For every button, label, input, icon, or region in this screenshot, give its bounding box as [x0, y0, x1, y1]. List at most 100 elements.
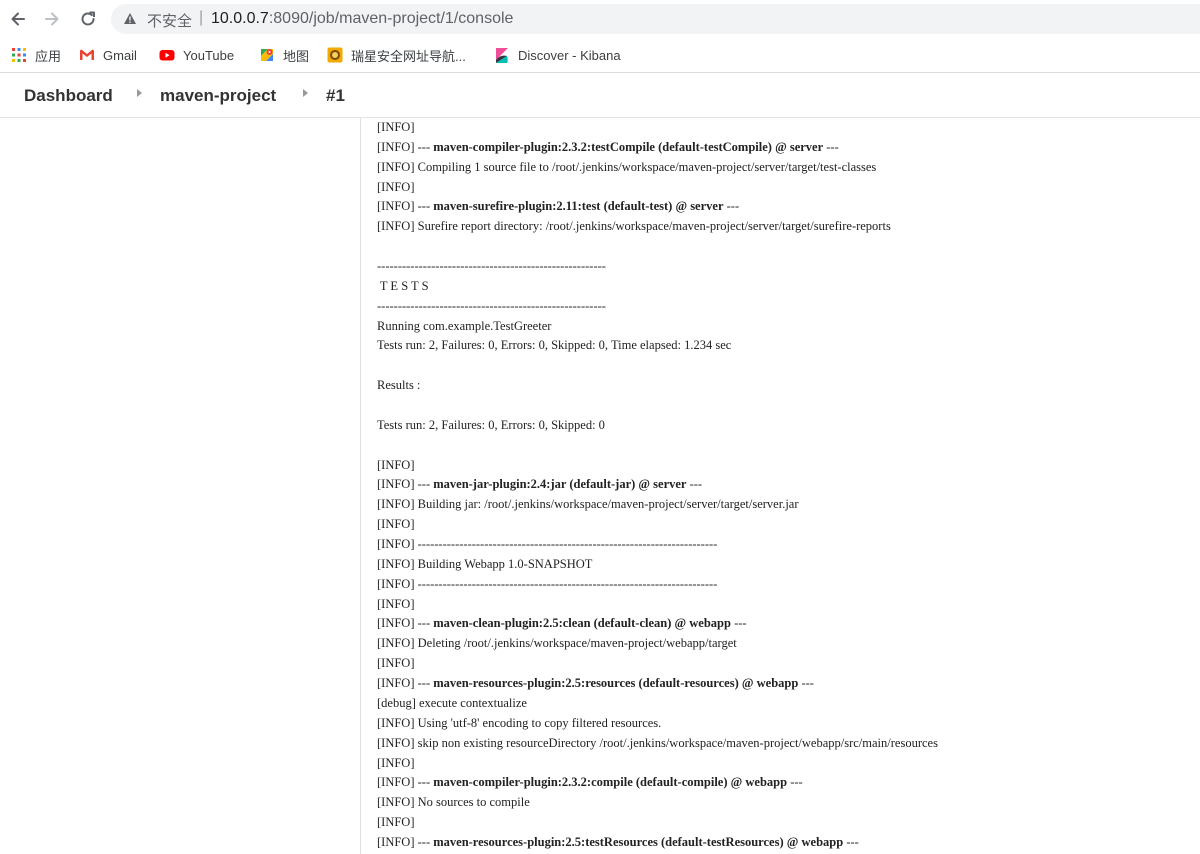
console-line: [INFO] [377, 515, 1187, 535]
console-line-text: Running com.example.TestGreeter [377, 318, 552, 333]
console-line-text: [INFO] No sources to compile [377, 795, 530, 810]
console-line: [INFO] Surefire report directory: /root/… [377, 217, 1187, 237]
forward-button[interactable] [40, 7, 64, 31]
console-line: [INFO] Using 'utf-8' encoding to copy fi… [377, 714, 1187, 734]
console-plugin-goal: maven-compiler-plugin:2.3.2:testCompile … [433, 139, 824, 154]
console-line-text: [INFO] --- [377, 139, 434, 154]
console-line: [INFO] Building jar: /root/.jenkins/work… [377, 495, 1187, 515]
console-line-text: [INFO] ---------------------------------… [377, 576, 718, 591]
console-line-text: Tests run: 2, Failures: 0, Errors: 0, Sk… [377, 338, 732, 353]
console-line: [INFO] [377, 456, 1187, 476]
apps-grid-icon [11, 47, 27, 63]
console-line: [INFO] [377, 118, 1187, 138]
console-line: [INFO] --- maven-resources-plugin:2.5:re… [377, 674, 1187, 694]
console-line-text: [debug] execute contextualize [377, 695, 527, 710]
console-output: [INFO] [INFO] --- maven-compiler-plugin:2… [377, 118, 1187, 854]
omnibox-separator: | [199, 9, 204, 26]
breadcrumb-job[interactable]: maven-project [160, 86, 276, 106]
console-line-text: T E S T S [377, 278, 429, 293]
console-line-text: [INFO] [377, 755, 415, 770]
console-line: [INFO] Compiling 1 source file to /root/… [377, 158, 1187, 178]
bookmark-youtube[interactable]: YouTube [159, 46, 234, 64]
console-line: Tests run: 2, Failures: 0, Errors: 0, Sk… [377, 336, 1187, 356]
console-line-text: [INFO] --- [377, 199, 434, 214]
console-line: [INFO] [377, 813, 1187, 833]
back-button[interactable] [6, 7, 30, 31]
console-line: [INFO] skip non existing resourceDirecto… [377, 734, 1187, 754]
bookmark-rising[interactable]: 瑞星安全网址导航... [327, 46, 466, 64]
breadcrumb: Dashboard maven-project #1 [0, 73, 1200, 118]
kibana-icon [494, 47, 510, 63]
bookmark-gmail[interactable]: Gmail [79, 46, 137, 64]
console-line-text: [INFO] [377, 815, 415, 830]
console-plugin-goal: maven-clean-plugin:2.5:clean (default-cl… [433, 616, 731, 631]
breadcrumb-chevron-icon[interactable] [303, 89, 308, 97]
console-line: [INFO] No sources to compile [377, 793, 1187, 813]
console-line-text: [INFO] [377, 596, 415, 611]
console-plugin-goal: maven-resources-plugin:2.5:resources (de… [433, 676, 799, 691]
bookmarks-bar: 应用 Gmail YouTube 地图 瑞星安全网址导航... Discover… [0, 38, 1200, 73]
url-path: :8090/job/maven-project/1/console [268, 10, 514, 27]
console-line: [INFO] Building Webapp 1.0-SNAPSHOT [377, 555, 1187, 575]
console-line: [INFO] [377, 754, 1187, 774]
console-plugin-goal: maven-jar-plugin:2.4:jar (default-jar) @… [433, 477, 687, 492]
bookmark-kibana[interactable]: Discover - Kibana [494, 46, 621, 64]
console-line-text: [INFO] --- [377, 834, 434, 849]
console-line: [INFO] --- maven-surefire-plugin:2.11:te… [377, 197, 1187, 217]
console-line: ----------------------------------------… [377, 257, 1187, 277]
console-line-text: [INFO] [377, 517, 415, 532]
console-line: Results : [377, 376, 1187, 396]
console-line-text: [INFO] Surefire report directory: /root/… [377, 219, 891, 234]
console-line-text: ----------------------------------------… [377, 298, 606, 313]
console-plugin-goal: maven-resources-plugin:2.5:testResources… [433, 834, 844, 849]
bookmark-apps[interactable]: 应用 [11, 46, 61, 64]
console-line-text: [INFO] Deleting /root/.jenkins/workspace… [377, 636, 737, 651]
console-line: [INFO] Deleting /root/.jenkins/workspace… [377, 634, 1187, 654]
bookmark-label: 应用 [35, 48, 62, 64]
reload-button[interactable] [76, 7, 100, 31]
insecure-label: 不安全 [147, 13, 193, 30]
console-line: T E S T S [377, 277, 1187, 297]
breadcrumb-build[interactable]: #1 [326, 86, 345, 106]
reload-icon [81, 11, 95, 26]
bookmark-label: Discover - Kibana [518, 47, 621, 63]
console-line: Tests run: 2, Failures: 0, Errors: 0, Sk… [377, 416, 1187, 436]
console-line: [INFO] --- maven-clean-plugin:2.5:clean … [377, 614, 1187, 634]
bookmark-label: 瑞星安全网址导航... [351, 48, 466, 64]
console-line-text: [INFO] [377, 179, 415, 194]
console-line-suffix: --- [730, 616, 747, 631]
gmail-icon [79, 47, 95, 63]
console-line-text: Results : [377, 378, 421, 393]
bookmark-label: YouTube [183, 47, 235, 63]
console-line-text: [INFO] Using 'utf-8' encoding to copy fi… [377, 715, 662, 730]
console-line-suffix: --- [686, 477, 703, 492]
console-line: [INFO] --- maven-compiler-plugin:2.3.2:t… [377, 138, 1187, 158]
console-line: [INFO] [377, 595, 1187, 615]
console-line-suffix: --- [823, 139, 839, 154]
youtube-icon [159, 47, 175, 63]
console-line-text: [INFO] ---------------------------------… [377, 537, 718, 552]
breadcrumb-dashboard[interactable]: Dashboard [24, 86, 113, 106]
console-line-text: [INFO] skip non existing resourceDirecto… [377, 735, 938, 750]
console-line-text: [INFO] Compiling 1 source file to /root/… [377, 159, 877, 174]
url-host: 10.0.0.7 [211, 10, 269, 27]
bookmark-maps[interactable]: 地图 [259, 46, 309, 64]
console-line-text: [INFO] --- [377, 477, 434, 492]
console-line-suffix: --- [787, 775, 803, 790]
console-line-text: [INFO] --- [377, 676, 434, 691]
console-line: [INFO] [377, 178, 1187, 198]
breadcrumb-chevron-icon[interactable] [137, 89, 142, 97]
console-line-text: [INFO] [377, 120, 415, 134]
address-bar[interactable]: 不安全 | 10.0.0.7:8090/job/maven-project/1/… [111, 4, 1200, 34]
rising-lion-icon [327, 47, 343, 63]
console-line-suffix: --- [798, 676, 814, 691]
console-line: [INFO] [377, 654, 1187, 674]
console-line-text: [INFO] [377, 656, 415, 671]
console-line: [INFO] --- maven-compiler-plugin:2.3.2:c… [377, 773, 1187, 793]
browser-toolbar: 不安全 | 10.0.0.7:8090/job/maven-project/1/… [0, 0, 1200, 38]
console-line-text: [INFO] Building Webapp 1.0-SNAPSHOT [377, 556, 593, 571]
console-line-text: ----------------------------------------… [377, 259, 606, 274]
